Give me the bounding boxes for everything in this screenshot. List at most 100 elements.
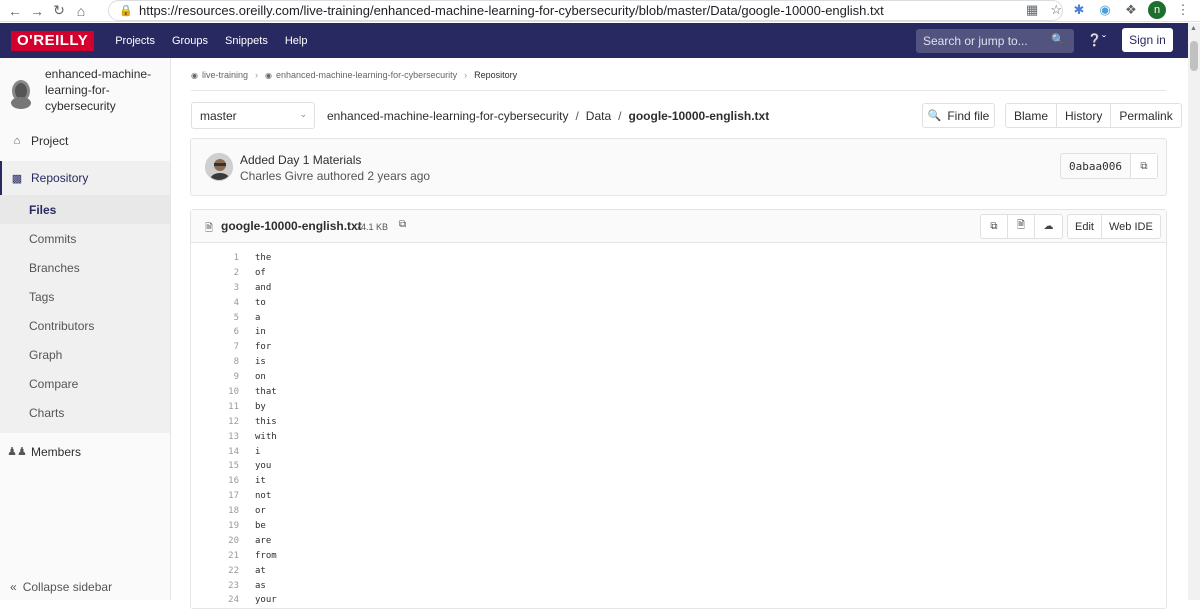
nav-groups[interactable]: Groups [172, 35, 208, 47]
line-number[interactable]: 18 [191, 504, 239, 519]
sidebar-item-repository[interactable]: ▩ Repository [0, 161, 170, 195]
sidebar-item-members[interactable]: ♟♟ Members [0, 437, 170, 466]
back-arrow-icon[interactable]: ← [4, 0, 26, 22]
scroll-up-icon[interactable]: ▲ [1190, 25, 1197, 32]
path-separator: / [575, 109, 579, 123]
help-dropdown-icon[interactable]: ❔ˇ [1087, 33, 1106, 47]
bookmark-star-icon[interactable]: ☆ [1050, 2, 1062, 18]
code-line: 21 from [191, 549, 1166, 564]
nav-projects[interactable]: Projects [115, 35, 155, 47]
sidebar-item-commits[interactable]: Commits [0, 224, 170, 253]
nav-snippets[interactable]: Snippets [225, 35, 268, 47]
find-file-label: Find file [947, 108, 990, 123]
download-icon[interactable]: ☁ [1035, 215, 1062, 238]
line-number[interactable]: 3 [191, 281, 239, 296]
breadcrumb-current[interactable]: Repository [474, 70, 517, 80]
permalink-button[interactable]: Permalink [1111, 104, 1180, 127]
chevron-right-icon: › [464, 70, 468, 80]
line-number[interactable]: 2 [191, 266, 239, 281]
line-number[interactable]: 5 [191, 311, 239, 326]
commit-sha[interactable]: 0abaa006 [1061, 154, 1131, 178]
breadcrumb-item[interactable]: ◉ enhanced-machine-learning-for-cybersec… [265, 70, 457, 80]
line-number[interactable]: 12 [191, 415, 239, 430]
profile-avatar[interactable]: n [1148, 1, 1166, 19]
line-number[interactable]: 14 [191, 445, 239, 460]
line-number[interactable]: 23 [191, 579, 239, 594]
blame-button[interactable]: Blame [1006, 104, 1058, 127]
sidebar-item-tags[interactable]: Tags [0, 282, 170, 311]
line-number[interactable]: 19 [191, 519, 239, 534]
oreilly-logo[interactable]: O'REILLY [11, 30, 95, 51]
line-number[interactable]: 10 [191, 385, 239, 400]
extension-search-icon[interactable]: ◉ [1096, 1, 1114, 19]
search-input[interactable]: Search or jump to... 🔍 [916, 29, 1074, 53]
code-line: 19 be [191, 519, 1166, 534]
line-number[interactable]: 4 [191, 296, 239, 311]
forward-arrow-icon[interactable]: → [26, 0, 48, 22]
find-file-button[interactable]: 🔍 Find file [922, 103, 995, 128]
repository-submenu: Files Commits Branches Tags Contributors… [0, 195, 170, 433]
code-line: 1 the [191, 251, 1166, 266]
puzzle-icon[interactable]: ❖ [1122, 1, 1140, 19]
raw-file-icon[interactable]: 🗎 [1008, 215, 1035, 238]
code-line: 15 you [191, 459, 1166, 474]
code-line: 10 that [191, 385, 1166, 400]
edit-button[interactable]: Edit [1068, 215, 1102, 238]
author-avatar[interactable] [205, 153, 233, 181]
line-number[interactable]: 21 [191, 549, 239, 564]
breadcrumb-item[interactable]: ◉ live-training [191, 70, 248, 80]
line-text: not [255, 491, 272, 502]
line-number[interactable]: 1 [191, 251, 239, 266]
path-dir-link[interactable]: Data [586, 109, 611, 123]
home-icon[interactable]: ⌂ [70, 0, 92, 22]
translate-icon[interactable]: ▦ [1026, 2, 1038, 18]
reload-icon[interactable]: ↻ [48, 0, 70, 22]
sign-in-button[interactable]: Sign in [1122, 28, 1173, 52]
commit-title[interactable]: Added Day 1 Materials [240, 153, 361, 167]
copy-path-icon[interactable]: ⧉ [399, 219, 406, 230]
sidebar-item-files[interactable]: Files [0, 195, 170, 224]
line-number[interactable]: 8 [191, 355, 239, 370]
sidebar-item-charts[interactable]: Charts [0, 398, 170, 427]
line-number[interactable]: 6 [191, 325, 239, 340]
file-header-actions: ⧉ 🗎 ☁ Edit Web IDE [980, 214, 1161, 239]
sidebar-item-branches[interactable]: Branches [0, 253, 170, 282]
commit-sha-group: 0abaa006 ⧉ [1060, 153, 1158, 179]
line-number[interactable]: 17 [191, 489, 239, 504]
path-repo-link[interactable]: enhanced-machine-learning-for-cybersecur… [327, 109, 568, 123]
breadcrumb-label: enhanced-machine-learning-for-cybersecur… [276, 70, 458, 80]
line-number[interactable]: 13 [191, 430, 239, 445]
line-text: is [255, 357, 266, 368]
copy-icon[interactable]: ⧉ [1130, 154, 1157, 178]
line-number[interactable]: 24 [191, 593, 239, 608]
main-content: ◉ live-training › ◉ enhanced-machine-lea… [171, 58, 1188, 609]
sidebar-item-graph[interactable]: Graph [0, 340, 170, 369]
line-number[interactable]: 9 [191, 370, 239, 385]
scroll-thumb[interactable] [1190, 41, 1198, 71]
copy-contents-icon[interactable]: ⧉ [981, 215, 1008, 238]
sidebar-item-contributors[interactable]: Contributors [0, 311, 170, 340]
path-file-name[interactable]: google-10000-english.txt [629, 109, 770, 123]
web-ide-button[interactable]: Web IDE [1102, 215, 1160, 238]
branch-name: master [200, 108, 237, 123]
project-header[interactable]: enhanced-machine-learning-for-cybersecur… [0, 58, 170, 126]
page-scrollbar[interactable]: ▲ [1188, 23, 1200, 600]
collapse-sidebar-button[interactable]: « Collapse sidebar [10, 580, 112, 594]
line-number[interactable]: 7 [191, 340, 239, 355]
line-number[interactable]: 11 [191, 400, 239, 415]
sidebar-item-label: Project [31, 133, 69, 148]
line-text: in [255, 327, 266, 338]
line-number[interactable]: 22 [191, 564, 239, 579]
menu-dots-icon[interactable]: ⋮ [1174, 1, 1192, 19]
history-button[interactable]: History [1057, 104, 1112, 127]
nav-help[interactable]: Help [285, 35, 308, 47]
address-bar[interactable]: 🔒 https://resources.oreilly.com/live-tra… [108, 0, 1063, 21]
extension-icon[interactable]: ✱ [1070, 1, 1088, 19]
line-number[interactable]: 16 [191, 474, 239, 489]
line-number[interactable]: 15 [191, 459, 239, 474]
branch-selector[interactable]: master ⌄ [191, 102, 315, 129]
project-avatar-icon: ◉ [265, 70, 272, 80]
sidebar-item-compare[interactable]: Compare [0, 369, 170, 398]
line-number[interactable]: 20 [191, 534, 239, 549]
sidebar-item-project[interactable]: ⌂ Project [0, 126, 170, 155]
